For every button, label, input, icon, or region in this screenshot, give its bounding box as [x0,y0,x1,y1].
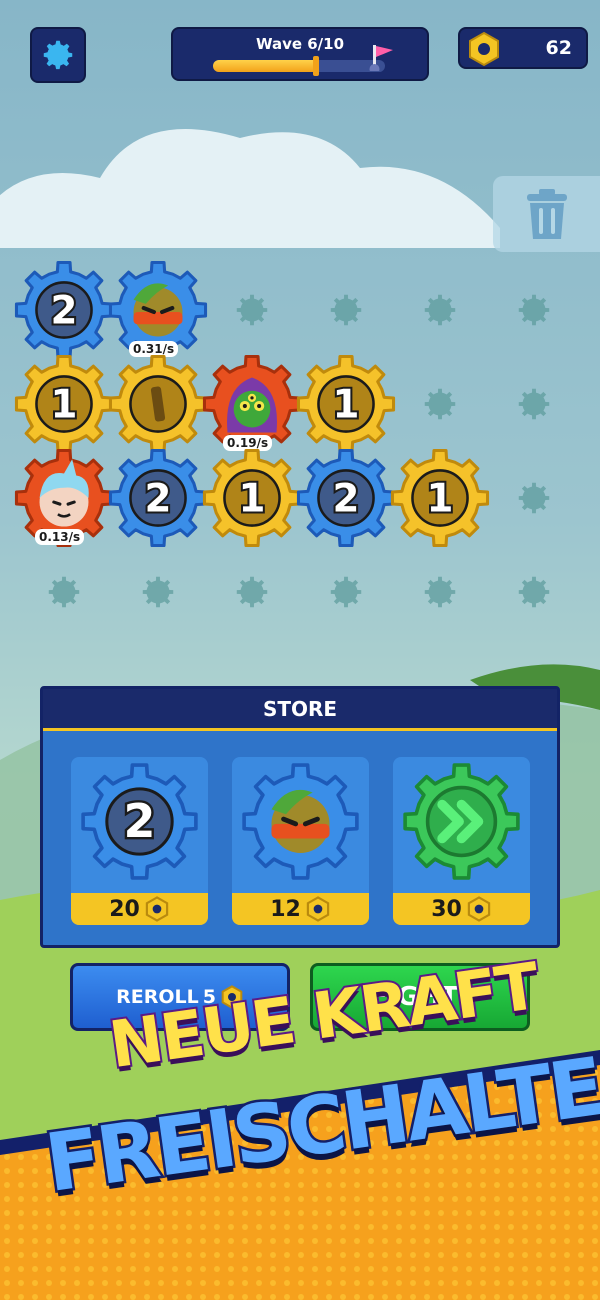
price-value: 12 [270,896,301,922]
gear-yellow-1[interactable] [107,353,209,455]
gear-value: 1 [239,476,266,521]
wave-progress-fill [213,60,317,72]
hero-gear-ice-boy[interactable]: 0.13/s [13,447,115,549]
gear-value: 2 [51,288,78,333]
wave-progress-bar [213,60,385,72]
wave-progress-marker [313,56,320,76]
hex-nut-coin-icon [469,31,499,67]
price-value: 30 [431,896,462,922]
trash-can-icon [526,189,567,239]
gear-yellow-1[interactable]: 1 [13,353,115,455]
finish-flag-icon [369,45,393,71]
empty-slot[interactable] [518,482,550,514]
store-item-price: 30 [393,893,530,925]
coin-count: 62 [545,37,572,59]
gear-value: 2 [333,476,360,521]
hex-nut-coin-icon [145,896,169,922]
store-gear-2: 2 [79,761,200,882]
coin-counter: 62 [458,27,588,69]
store-hero-leaf-ninja [240,761,361,882]
gear-yellow-1[interactable]: 1 [201,447,303,549]
cloud-decoration [0,129,500,248]
gear-icon [43,40,73,70]
wave-progress-panel: Wave 6/10 [171,27,429,81]
price-value: 20 [109,896,140,922]
empty-slot[interactable] [518,576,550,608]
gear-value: 2 [124,794,156,848]
store-item-gear[interactable]: 2 20 [71,757,208,925]
gear-blue-2[interactable]: 2 [13,259,115,361]
gear-yellow-1[interactable]: 1 [389,447,491,549]
empty-slot[interactable] [424,576,456,608]
empty-slot[interactable] [142,576,174,608]
empty-slot[interactable] [236,576,268,608]
gear-blue-2[interactable]: 2 [107,447,209,549]
gear-yellow-1[interactable]: 1 [295,353,397,455]
store-item-price: 12 [232,893,369,925]
empty-slot[interactable] [330,576,362,608]
hero-gear-green-hooded[interactable]: 0.19/s [201,353,303,455]
gear-value: 1 [427,476,454,521]
empty-slot[interactable] [330,294,362,326]
settings-button[interactable] [30,27,86,83]
store-title: STORE [43,689,557,731]
trash-button[interactable] [493,176,600,252]
hex-nut-coin-icon [467,896,491,922]
empty-slot[interactable] [518,388,550,420]
store-item-price: 20 [71,893,208,925]
store-item-speed[interactable]: 30 [393,757,530,925]
gear-blue-2[interactable]: 2 [295,447,397,549]
gear-value: 1 [333,382,360,427]
empty-slot[interactable] [236,294,268,326]
production-rate-label: 0.13/s [35,529,85,545]
store-panel: STORE 2 20 12 30 [40,686,560,948]
hero-gear-leaf-ninja[interactable]: 0.31/s [107,259,209,361]
empty-slot[interactable] [518,294,550,326]
gear-value: 2 [145,476,172,521]
store-speed-gear [401,761,522,882]
empty-slot[interactable] [424,294,456,326]
store-item-hero[interactable]: 12 [232,757,369,925]
empty-slot[interactable] [48,576,80,608]
hex-nut-coin-icon [306,896,330,922]
gear-value: 1 [51,382,78,427]
empty-slot[interactable] [424,388,456,420]
